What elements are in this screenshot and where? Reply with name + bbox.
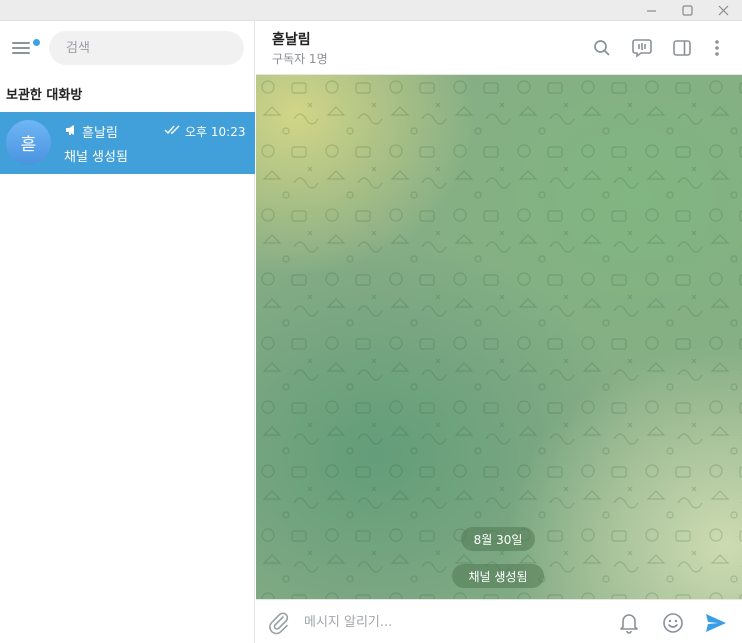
attach-button[interactable] [266, 610, 292, 636]
doodle-pattern [256, 75, 742, 599]
search-icon [594, 40, 610, 56]
service-message: 채널 생성됨 [452, 564, 544, 588]
sidebar-toggle-button[interactable] [670, 36, 694, 60]
chat-list-item[interactable]: 흗 흗날림 오후 10:23 채널 생성됨 [0, 112, 255, 174]
chat-title[interactable]: 흗날림 [272, 29, 311, 49]
close-icon [718, 5, 728, 15]
chat-list-panel: 보관한 대화방 흗 흗날림 오후 10:23 채널 생성됨 [0, 21, 255, 643]
search-button[interactable] [590, 36, 614, 60]
silent-toggle-button[interactable] [616, 610, 642, 636]
more-options-button[interactable] [705, 36, 729, 60]
live-chat-button[interactable] [630, 36, 654, 60]
archived-chats-title: 보관한 대화방 [6, 88, 83, 103]
message-composer [256, 599, 742, 643]
chat-time: 오후 10:23 [185, 125, 246, 139]
send-icon [706, 614, 726, 632]
maximize-icon [681, 4, 693, 16]
live-chat-icon [632, 39, 652, 58]
bell-icon [620, 614, 638, 634]
title-bar [0, 0, 742, 21]
paperclip-icon [269, 612, 289, 635]
chat-name: 흗날림 [82, 126, 118, 141]
telegram-window: 보관한 대화방 흗 흗날림 오후 10:23 채널 생성됨 흗날림 구독자 1명 [0, 0, 742, 643]
close-button[interactable] [706, 0, 740, 20]
chat-header[interactable]: 흗날림 구독자 1명 [256, 21, 742, 75]
message-input[interactable] [304, 608, 604, 636]
notification-dot [33, 39, 40, 46]
chat-subtitle: 구독자 1명 [272, 52, 328, 66]
main-menu-button[interactable] [8, 35, 40, 61]
chat-background: 8월 30일 채널 생성됨 [256, 75, 742, 599]
minimize-button[interactable] [634, 0, 668, 20]
avatar: 흗 [6, 120, 51, 165]
more-vertical-icon [715, 40, 719, 56]
conversation-panel: 흗날림 구독자 1명 8월 30일 채널 생성됨 메시지 알리기... [256, 21, 742, 643]
maximize-button[interactable] [670, 0, 704, 20]
double-check-icon [164, 125, 180, 135]
minimize-icon [646, 9, 656, 12]
emoji-button[interactable] [660, 610, 686, 636]
date-separator: 8월 30일 [461, 527, 535, 551]
chat-preview: 채널 생성됨 [64, 150, 128, 165]
search-input[interactable] [49, 31, 244, 65]
channel-megaphone-icon [66, 125, 74, 135]
sidebar-toggle-icon [673, 40, 691, 56]
send-button[interactable] [703, 610, 729, 636]
emoji-icon [663, 613, 683, 633]
